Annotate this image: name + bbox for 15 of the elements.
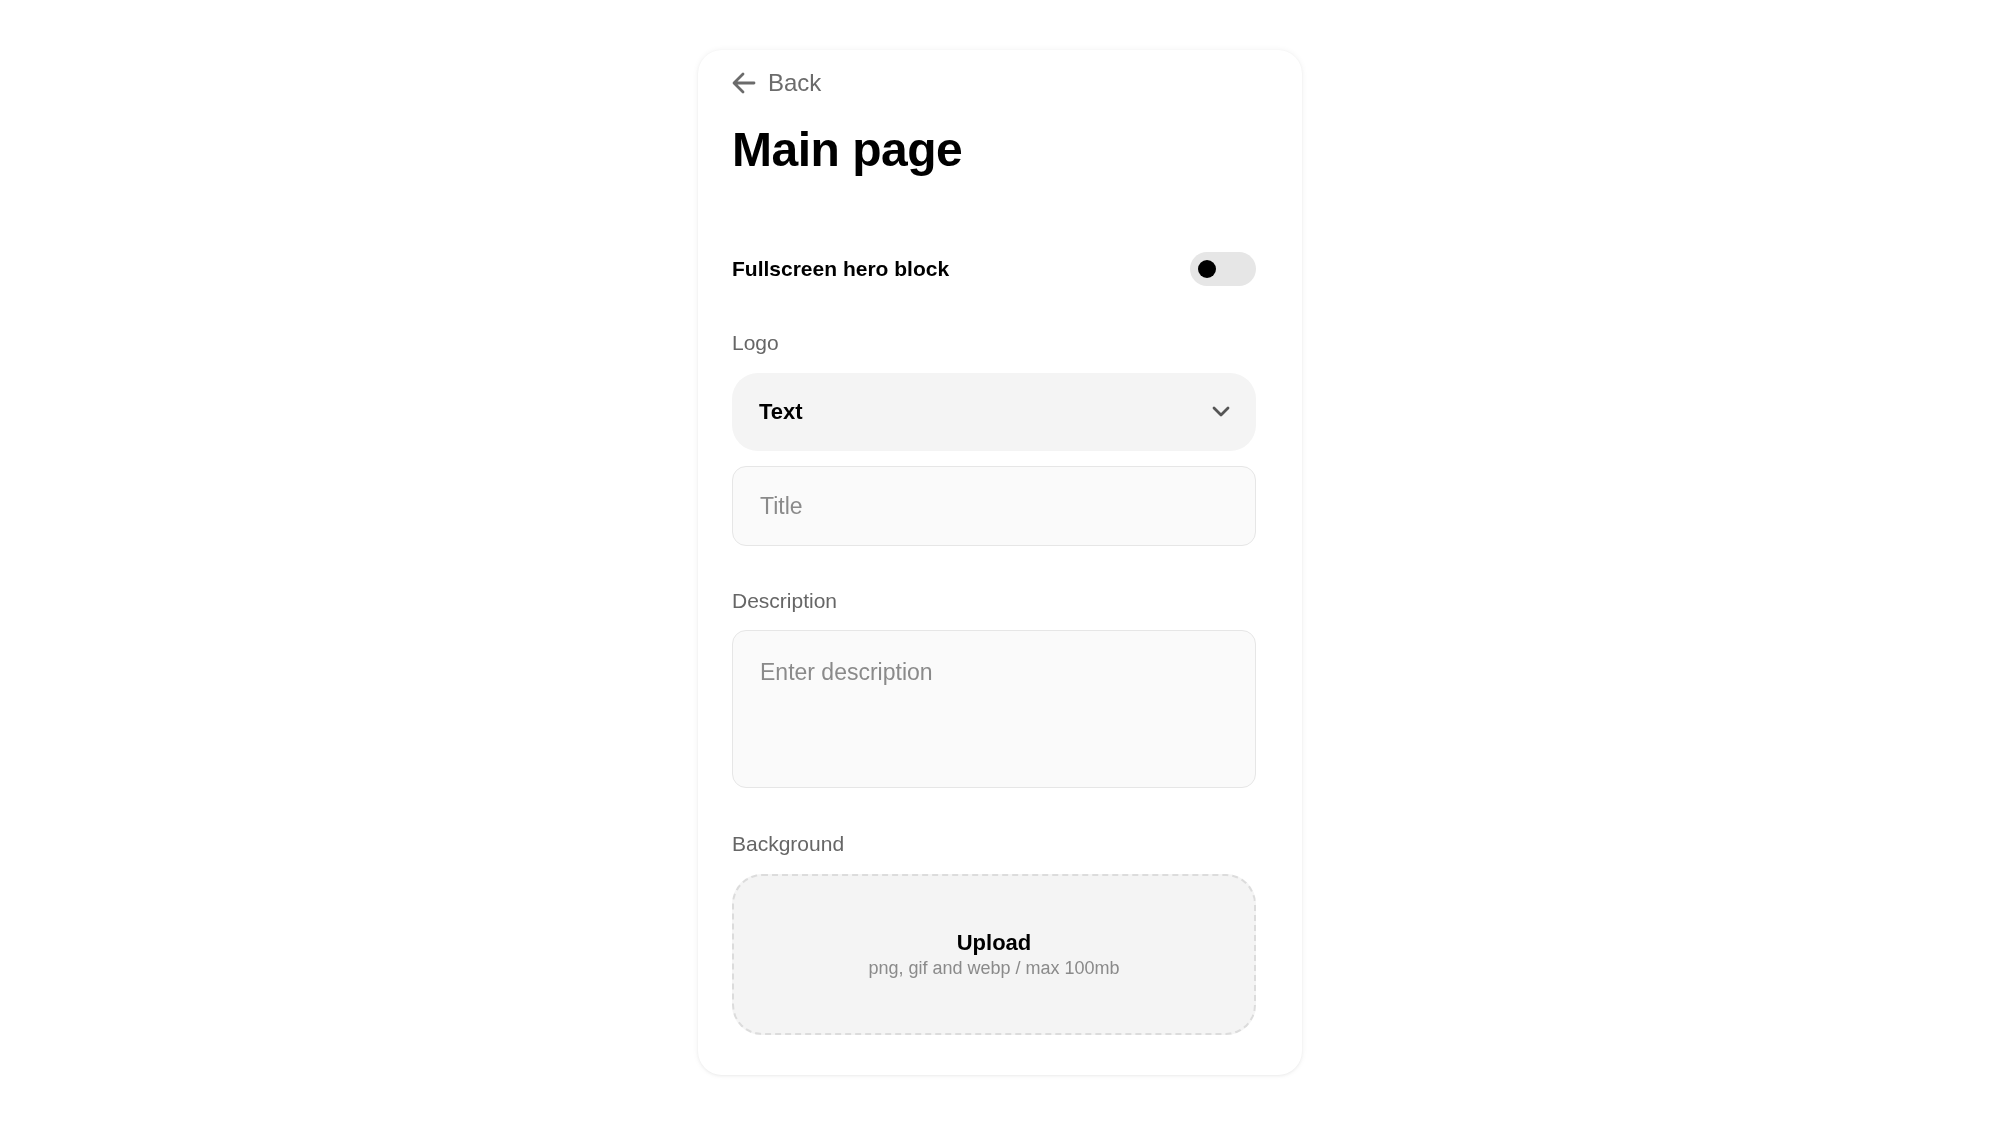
- field-label: Background: [732, 831, 845, 857]
- field-label: Description: [732, 588, 838, 614]
- toggle-label: Fullscreen hero block: [732, 257, 950, 281]
- logo-type-select[interactable]: Text: [732, 373, 1256, 451]
- field-label: Logo: [732, 330, 779, 356]
- back-link[interactable]: Back: [732, 68, 822, 98]
- title-input-field[interactable]: Title: [732, 466, 1256, 546]
- description-input-field[interactable]: Enter description: [732, 630, 1256, 788]
- back-arrow-icon: [732, 72, 756, 94]
- toggle-switch[interactable]: [1190, 252, 1256, 286]
- upload-dropzone[interactable]: Upload png, gif and webp / max 100mb: [732, 874, 1256, 1035]
- page-title: Main page: [732, 122, 963, 178]
- upload-label: Upload: [956, 930, 1032, 956]
- upload-hint: png, gif and webp / max 100mb: [868, 958, 1120, 979]
- chevron-down-icon: [1212, 406, 1230, 418]
